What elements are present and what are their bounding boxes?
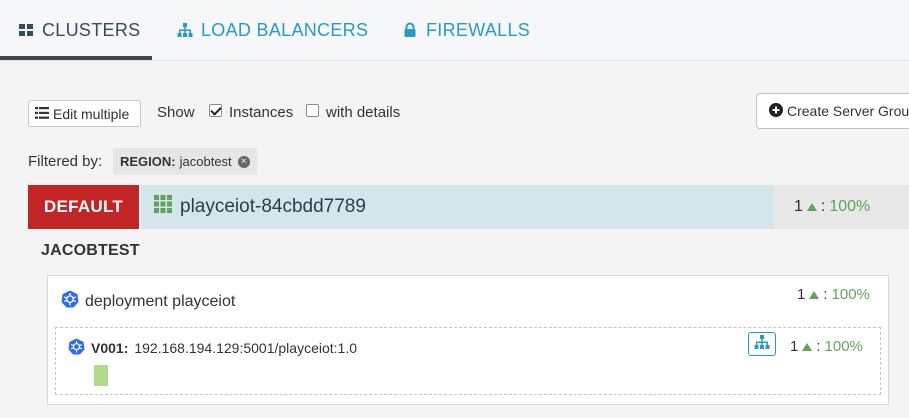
up-triangle-icon (802, 342, 813, 351)
filter-key: REGION: (120, 154, 176, 169)
tab-load-balancers-label: LOAD BALANCERS (201, 19, 369, 40)
cluster-health-percent: 100% (829, 198, 871, 215)
server-group-version: V001: (91, 340, 129, 356)
up-triangle-icon (809, 290, 820, 299)
edit-multiple-button[interactable]: Edit multiple (28, 100, 141, 127)
region-title: JACOBTEST (41, 242, 140, 259)
cluster-header[interactable]: playceiot-84cbdd7789 (141, 185, 774, 229)
remove-filter-icon[interactable]: × (237, 155, 250, 168)
instances-label: Instances (229, 104, 294, 121)
with-details-label: with details (326, 104, 401, 121)
tab-firewalls[interactable]: FIREWALLS (402, 0, 530, 60)
plus-circle-icon (769, 102, 783, 120)
server-group-health: 1 : 100% (790, 338, 863, 355)
cluster-health: 1 : 100% (774, 185, 909, 229)
instances-checkbox[interactable] (209, 104, 222, 117)
tab-clusters-label: CLUSTERS (42, 19, 141, 40)
filter-value: jacobtest (179, 154, 232, 169)
kubernetes-icon (68, 338, 85, 358)
create-server-group-label: Create Server Group (787, 103, 909, 119)
instance-healthy[interactable] (94, 365, 108, 386)
deployment-title[interactable]: deployment playceiot (61, 290, 235, 313)
cluster-name: playceiot-84cbdd7789 (180, 196, 366, 217)
active-tab-indicator (0, 56, 152, 60)
server-group-detail: 192.168.194.129:5001/playceiot:1.0 (134, 340, 357, 356)
with-details-checkbox[interactable] (306, 104, 319, 117)
server-group-health-percent: 100% (824, 338, 863, 355)
deployment-name: deployment playceiot (85, 292, 236, 310)
create-server-group-button[interactable]: Create Server Group (756, 93, 909, 129)
show-label: Show (157, 104, 195, 121)
sitemap-icon (177, 22, 193, 38)
server-group-title[interactable]: V001: 192.168.194.129:5001/playceiot:1.0 (68, 338, 357, 358)
tab-clusters[interactable]: CLUSTERS (18, 0, 140, 60)
kubernetes-icon (61, 290, 79, 313)
cluster-instance-count: 1 (794, 198, 803, 215)
tab-bar: CLUSTERS LOAD BALANCERS FIREWALLS (0, 0, 909, 61)
deployment-health: 1 : 100% (797, 286, 870, 303)
environment-badge: DEFAULT (28, 185, 139, 229)
server-group-instance-count: 1 (790, 338, 799, 355)
region-filter-tag: REGION: jacobtest × (113, 148, 257, 175)
load-balancer-button[interactable] (748, 332, 776, 356)
deployment-instance-count: 1 (797, 286, 806, 303)
sitemap-icon (753, 334, 771, 355)
up-triangle-icon (806, 203, 817, 211)
cluster-grid-icon (154, 195, 172, 219)
filtered-by-label: Filtered by: (28, 153, 103, 170)
deployment-health-percent: 100% (831, 286, 870, 303)
edit-multiple-label: Edit multiple (53, 105, 130, 122)
tab-firewalls-label: FIREWALLS (426, 19, 531, 40)
grid-icon (18, 22, 34, 38)
tab-load-balancers[interactable]: LOAD BALANCERS (177, 0, 368, 60)
list-icon (35, 106, 49, 122)
lock-icon (402, 22, 418, 38)
